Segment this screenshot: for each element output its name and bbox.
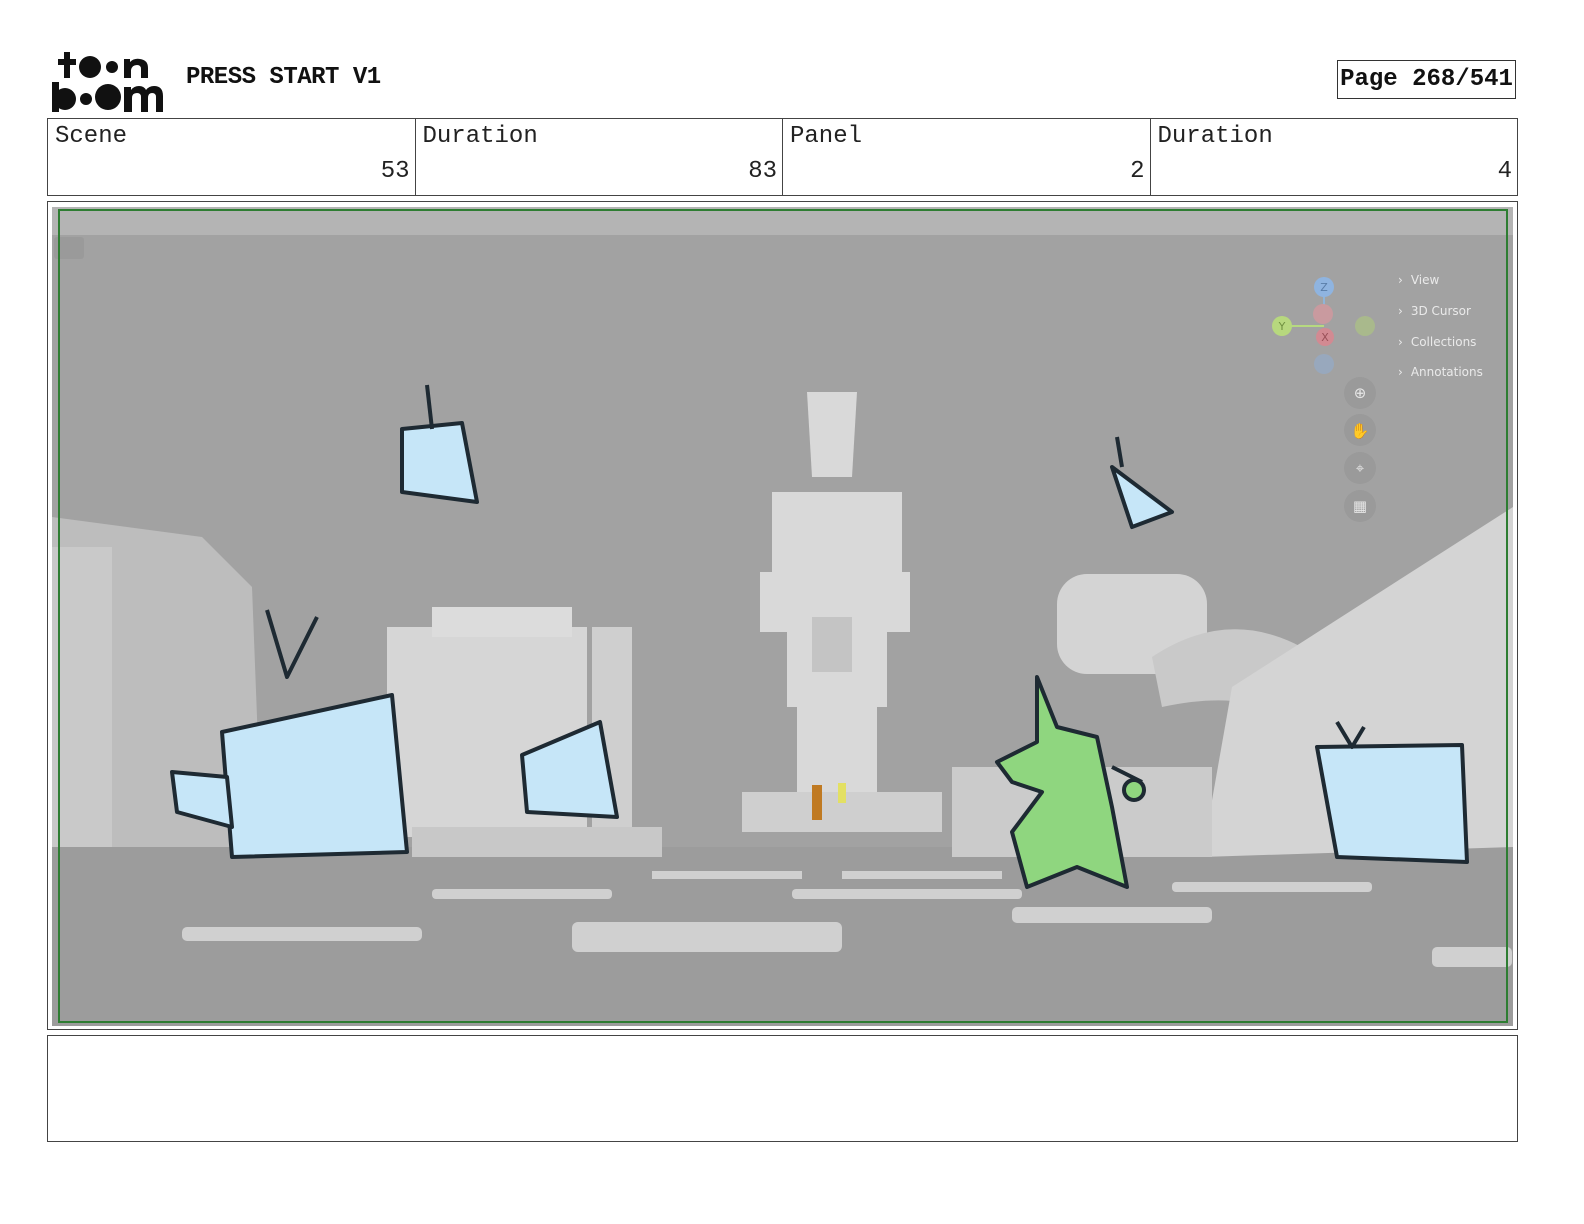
- svg-text:⊕: ⊕: [1354, 384, 1367, 402]
- scene-drawing: Z Y X ⊕ ✋ ⌖ ▦: [52, 207, 1513, 1026]
- viewport-menu-view[interactable]: › View: [1398, 273, 1439, 287]
- yellow-figure: [838, 783, 846, 803]
- svg-text:⌖: ⌖: [1356, 459, 1365, 477]
- panel-notes-box[interactable]: [47, 1035, 1518, 1142]
- viewport-menu-collections[interactable]: › Collections: [1398, 335, 1476, 349]
- toon-boom-logo: [52, 52, 163, 112]
- menu-label: Collections: [1410, 335, 1477, 349]
- panel-value: 2: [1130, 158, 1145, 185]
- scene-value: 53: [380, 158, 410, 185]
- page-number: Page 268/541: [1337, 60, 1516, 99]
- scene-cell: Scene 53: [48, 119, 416, 195]
- orange-figure: [812, 785, 822, 820]
- axis-x-label: X: [1321, 331, 1329, 344]
- project-title: PRESS START V1: [186, 64, 381, 91]
- storyboard-page: PRESS START V1 Page 268/541 Scene 53 Dur…: [0, 0, 1584, 1224]
- axis-z-label: Z: [1320, 281, 1328, 294]
- scene-duration-cell: Duration 83: [416, 119, 783, 195]
- axis-gizmo: Z Y X: [1272, 277, 1375, 374]
- scene-label: Scene: [55, 123, 128, 150]
- menu-label: Annotations: [1410, 365, 1483, 379]
- menu-label: 3D Cursor: [1410, 304, 1471, 318]
- scene-duration-label: Duration: [422, 123, 538, 150]
- tower: [742, 392, 942, 832]
- panel-duration-value: 4: [1497, 158, 1512, 185]
- svg-text:▦: ▦: [1353, 497, 1367, 515]
- panel-info-table: Scene 53 Duration 83 Panel 2 Duration 4: [47, 118, 1518, 196]
- panel-label: Panel: [790, 123, 863, 150]
- panel-cell: Panel 2: [783, 119, 1151, 195]
- scene-duration-value: 83: [748, 158, 777, 185]
- viewport-menu-annotations[interactable]: › Annotations: [1398, 365, 1483, 379]
- panel-duration-cell: Duration 4: [1151, 119, 1518, 195]
- viewport-menu-3d-cursor[interactable]: › 3D Cursor: [1398, 304, 1471, 318]
- panel-image: Z Y X ⊕ ✋ ⌖ ▦ › View › 3D Cursor › Colle…: [52, 207, 1513, 1026]
- menu-label: View: [1410, 273, 1440, 287]
- panel-duration-label: Duration: [1157, 123, 1273, 150]
- axis-y-label: Y: [1278, 320, 1286, 333]
- svg-text:✋: ✋: [1351, 422, 1370, 440]
